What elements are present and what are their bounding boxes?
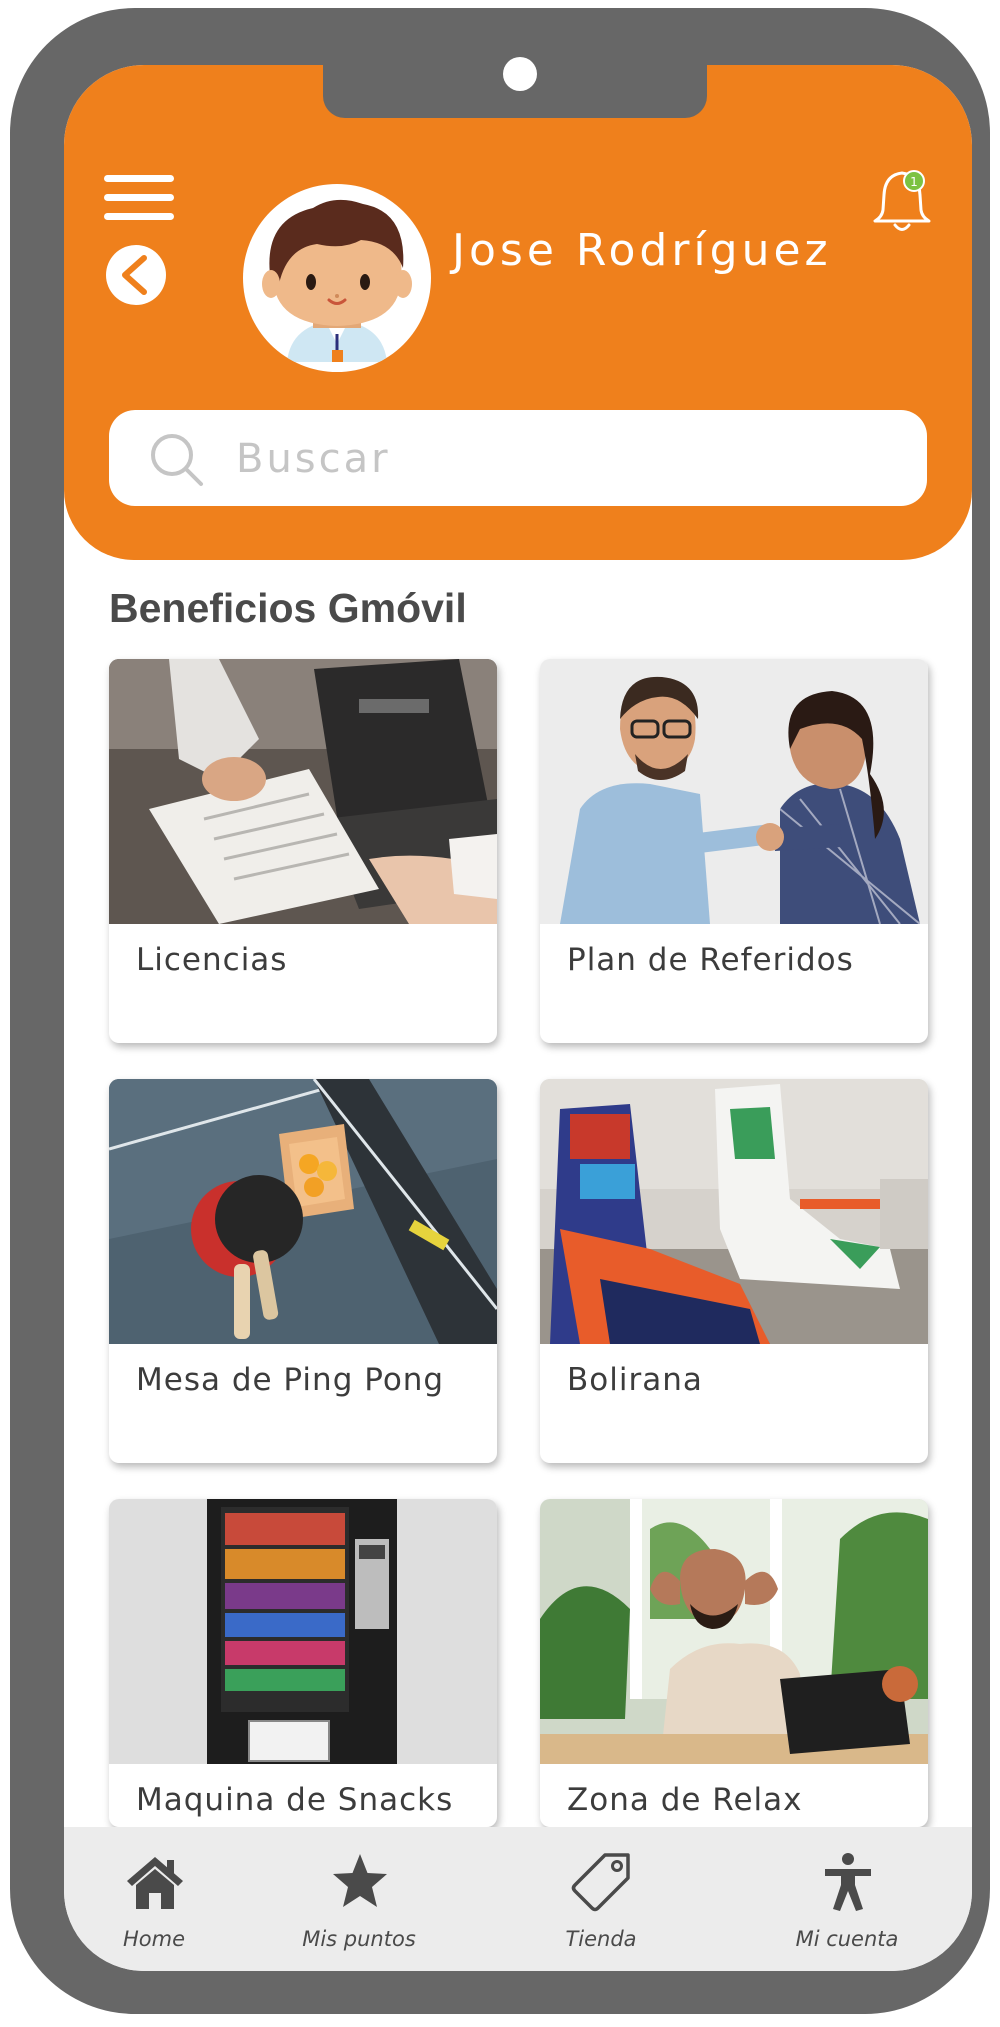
hamburger-menu-icon[interactable] xyxy=(104,175,174,221)
nav-label: Home xyxy=(122,1927,185,1951)
app-screen: Jose Rodríguez 1 Beneficios Gmóvil xyxy=(64,65,972,1971)
licencias-photo xyxy=(109,659,497,924)
star-icon xyxy=(333,1854,387,1907)
tag-icon xyxy=(571,1853,630,1912)
mesa-de-ping-pong-photo xyxy=(109,1079,497,1344)
accessibility-person-icon xyxy=(825,1853,871,1911)
section-title: Beneficios Gmóvil xyxy=(109,585,467,631)
benefit-label: Maquina de Snacks xyxy=(136,1782,454,1818)
nav-label: Tienda xyxy=(565,1927,637,1951)
benefit-card-licencias[interactable]: Licencias xyxy=(109,659,497,1043)
search-input[interactable] xyxy=(234,424,898,494)
benefit-card-plan-de-referidos[interactable]: Plan de Referidos xyxy=(540,659,928,1043)
nav-tienda[interactable]: Tienda xyxy=(511,1827,691,1971)
nav-home[interactable]: Home xyxy=(64,1827,244,1971)
benefit-card-maquina-de-snacks[interactable]: Maquina de Snacks xyxy=(109,1499,497,1827)
phone-frame: Jose Rodríguez 1 Beneficios Gmóvil xyxy=(10,8,990,2014)
user-name: Jose Rodríguez xyxy=(452,225,832,276)
home-icon xyxy=(127,1857,183,1909)
bell-icon[interactable]: 1 xyxy=(870,165,934,237)
benefit-card-zona-de-relax[interactable]: Zona de Relax xyxy=(540,1499,928,1827)
benefit-card-mesa-de-ping-pong[interactable]: Mesa de Ping Pong xyxy=(109,1079,497,1463)
search-icon xyxy=(151,434,203,486)
plan-de-referidos-photo xyxy=(540,659,928,924)
search-bar[interactable] xyxy=(109,410,927,506)
benefit-label: Plan de Referidos xyxy=(567,942,854,978)
nav-label: Mi cuenta xyxy=(795,1927,899,1951)
maquina-de-snacks-photo xyxy=(109,1499,497,1764)
benefit-card-bolirana[interactable]: Bolirana xyxy=(540,1079,928,1463)
bolirana-photo xyxy=(540,1079,928,1344)
zona-de-relax-photo xyxy=(540,1499,928,1764)
avatar[interactable] xyxy=(243,184,431,372)
profile-header: Jose Rodríguez 1 xyxy=(64,65,972,560)
back-arrow-icon[interactable] xyxy=(106,245,166,305)
nav-mi-cuenta[interactable]: Mi cuenta xyxy=(757,1827,937,1971)
bottom-navigation: Home Mis puntos Tienda Mi cuenta xyxy=(64,1827,972,1971)
front-camera xyxy=(503,57,537,91)
notification-count: 1 xyxy=(910,175,918,189)
benefit-label: Zona de Relax xyxy=(567,1782,803,1818)
benefit-label: Licencias xyxy=(136,942,288,978)
benefit-label: Bolirana xyxy=(567,1362,703,1398)
benefit-label: Mesa de Ping Pong xyxy=(136,1362,445,1398)
nav-mis-puntos[interactable]: Mis puntos xyxy=(269,1827,449,1971)
nav-label: Mis puntos xyxy=(302,1927,416,1951)
